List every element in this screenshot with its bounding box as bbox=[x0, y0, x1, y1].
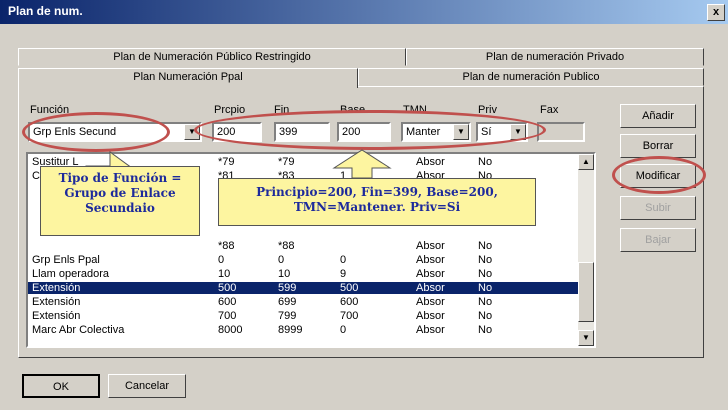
tab-numeracion-ppal[interactable]: Plan Numeración Ppal bbox=[18, 68, 358, 88]
right-callout-pointer bbox=[332, 149, 392, 179]
funcion-callout: Tipo de Función = Grupo de Enlace Secund… bbox=[40, 166, 200, 236]
values-callout: Principio=200, Fin=399, Base=200, TMN=Ma… bbox=[218, 178, 536, 226]
plan-de-num-window: Plan de num. x Plan de Numeración Públic… bbox=[0, 0, 728, 410]
